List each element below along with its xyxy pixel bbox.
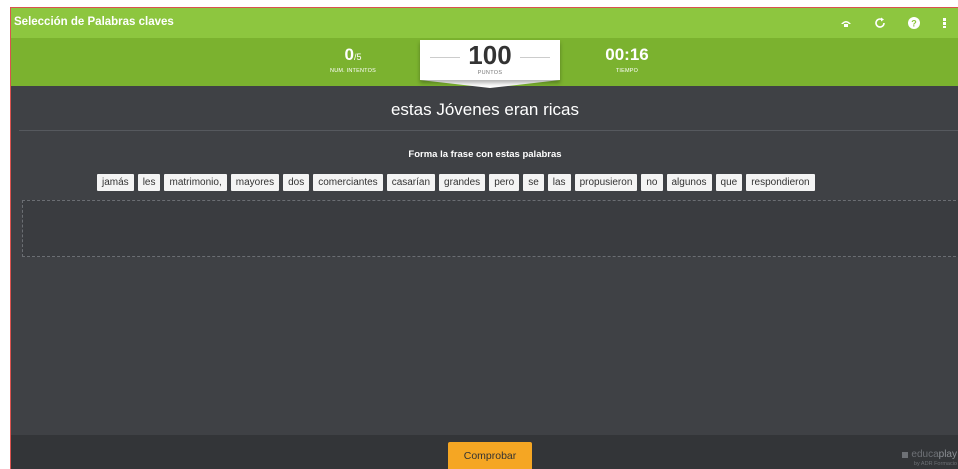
brand-byline: by ADR Formacio bbox=[913, 461, 957, 467]
word-tile[interactable]: grandes bbox=[439, 174, 486, 191]
brand-name-part2: play bbox=[938, 449, 957, 460]
attempts-label: NUM. INTENTOS bbox=[330, 68, 376, 74]
score-bar: 0/5 NUM. INTENTOS 100 PUNTOS 00:16 TIEMP… bbox=[11, 38, 958, 88]
points-label: PUNTOS bbox=[477, 70, 503, 76]
word-tile[interactable]: se bbox=[523, 174, 544, 191]
points-line-left bbox=[430, 57, 460, 58]
restart-icon[interactable] bbox=[869, 14, 891, 32]
word-tile[interactable]: las bbox=[547, 174, 571, 191]
title-bar: Selección de Palabras claves ? bbox=[11, 8, 958, 38]
answer-drop-zone[interactable] bbox=[22, 200, 958, 257]
word-tile[interactable]: dos bbox=[283, 174, 310, 191]
attempts-total: /5 bbox=[353, 52, 362, 62]
points-card: 100 PUNTOS bbox=[420, 40, 560, 80]
window-controls: ? bbox=[823, 14, 958, 32]
points-line-right bbox=[520, 57, 550, 58]
divider bbox=[19, 130, 958, 131]
word-tile[interactable]: que bbox=[715, 174, 743, 191]
activity-title: Selección de Palabras claves bbox=[14, 16, 174, 28]
attempts-stat: 0/5 NUM. INTENTOS bbox=[313, 45, 393, 74]
apps-icon[interactable] bbox=[937, 14, 958, 32]
word-tile[interactable]: respondieron bbox=[746, 174, 815, 191]
word-tile[interactable]: casarían bbox=[386, 174, 436, 191]
word-tile[interactable]: les bbox=[137, 174, 161, 191]
word-tile[interactable]: jamás bbox=[97, 174, 134, 191]
word-tile[interactable]: mayores bbox=[230, 174, 280, 191]
word-tile[interactable]: comerciantes bbox=[313, 174, 383, 191]
check-button[interactable]: Comprobar bbox=[448, 442, 532, 469]
attempts-value: 0 bbox=[344, 45, 354, 64]
brand-name-part1: educa bbox=[911, 449, 939, 460]
brand-logo: educa play by ADR Formacio bbox=[902, 449, 957, 467]
points-card-tip bbox=[420, 80, 560, 88]
word-tile[interactable]: pero bbox=[489, 174, 520, 191]
activity-frame: Selección de Palabras claves ? 0/5 NUM. … bbox=[10, 7, 958, 469]
footer: Comprobar educa play by ADR Formacio bbox=[11, 435, 958, 469]
word-tile[interactable]: algunos bbox=[666, 174, 712, 191]
points-value: 100 bbox=[468, 40, 512, 70]
help-icon[interactable]: ? bbox=[903, 14, 925, 32]
time-value: 00:16 bbox=[605, 45, 649, 64]
word-tile[interactable]: matrimonio, bbox=[164, 174, 227, 191]
svg-text:?: ? bbox=[911, 19, 917, 29]
word-tile[interactable]: no bbox=[641, 174, 663, 191]
fullscreen-icon[interactable] bbox=[835, 14, 857, 32]
time-stat: 00:16 TIEMPO bbox=[587, 45, 667, 74]
word-tile[interactable]: propusieron bbox=[574, 174, 638, 191]
word-bank: jamás les matrimonio, mayores dos comerc… bbox=[97, 174, 819, 191]
instruction-text: Forma la frase con estas palabras bbox=[408, 149, 562, 160]
time-label: TIEMPO bbox=[615, 68, 639, 74]
logo-icon bbox=[902, 451, 909, 458]
question-text: estas Jóvenes eran ricas bbox=[390, 100, 580, 119]
